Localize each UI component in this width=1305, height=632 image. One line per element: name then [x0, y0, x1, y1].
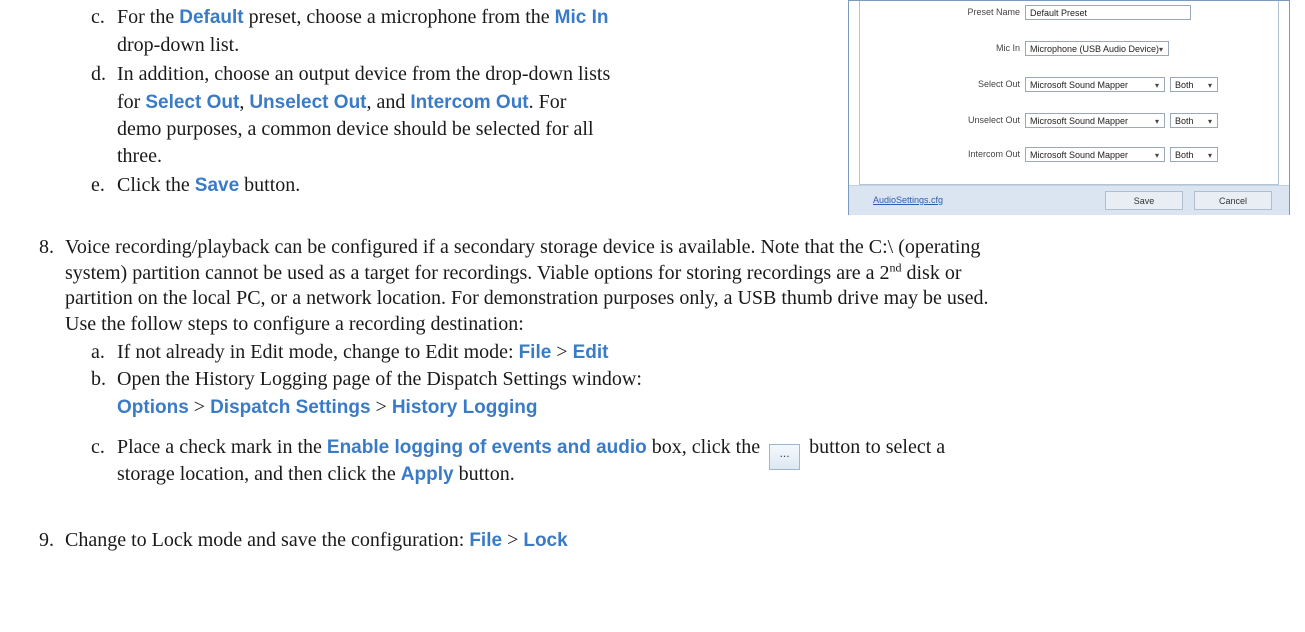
browse-ellipsis-button: ...	[769, 444, 801, 470]
keyword-edit: Edit	[572, 342, 609, 363]
step8-line4: Use the follow steps to configure a reco…	[65, 313, 524, 335]
step8-line2: system) partition cannot be used as a ta…	[65, 260, 962, 284]
keyword-file: File	[518, 342, 552, 363]
keyword-intercom-out: Intercom Out	[410, 92, 529, 113]
step7-d-line3: demo purposes, a common device should be…	[117, 118, 594, 140]
step9-line: 9. Change to Lock mode and save the confi…	[39, 529, 568, 551]
step8-b-line1: b. Open the History Logging page of the D…	[91, 368, 642, 390]
audio-settings-dialog: Preset Name Default Preset Mic In Microp…	[848, 0, 1290, 215]
step7-e-line: e. Click the Save button.	[91, 174, 301, 196]
select-out-channel-dropdown[interactable]: Both	[1170, 77, 1218, 93]
dialog-body: Preset Name Default Preset Mic In Microp…	[859, 1, 1279, 185]
keyword-default: Default	[179, 7, 244, 28]
step8-c-line2: storage location, and then click the App…	[117, 463, 515, 485]
keyword-lock: Lock	[523, 530, 568, 551]
dialog-footer: AudioSettings.cfg Save Cancel	[849, 185, 1289, 215]
step7-d-line4: three.	[117, 145, 162, 167]
intercom-out-dropdown[interactable]: Microsoft Sound Mapper	[1025, 147, 1165, 163]
select-out-label: Select Out	[977, 79, 1020, 89]
unselect-out-label: Unselect Out	[967, 115, 1020, 125]
step8-b-line2: Options > Dispatch Settings > History Lo…	[117, 396, 538, 418]
keyword-select-out: Select Out	[145, 92, 240, 113]
dialog-save-button[interactable]: Save	[1105, 191, 1183, 210]
step8-line3: partition on the local PC, or a network …	[65, 287, 989, 309]
step7-c-line1: c. For the Default preset, choose a micro…	[91, 6, 609, 28]
audio-settings-file-link[interactable]: AudioSettings.cfg	[873, 195, 943, 205]
unselect-out-dropdown[interactable]: Microsoft Sound Mapper	[1025, 113, 1165, 129]
step8-a-line: a. If not already in Edit mode, change to…	[91, 341, 609, 363]
keyword-mic-in: Mic In	[554, 7, 609, 28]
dialog-cancel-button[interactable]: Cancel	[1194, 191, 1272, 210]
keyword-file-2: File	[469, 530, 503, 551]
preset-name-input[interactable]: Default Preset	[1025, 5, 1191, 20]
preset-name-label: Preset Name	[967, 7, 1020, 17]
keyword-dispatch-settings: Dispatch Settings	[210, 397, 371, 418]
keyword-options: Options	[117, 397, 189, 418]
unselect-out-channel-dropdown[interactable]: Both	[1170, 113, 1218, 129]
intercom-out-channel-dropdown[interactable]: Both	[1170, 147, 1218, 163]
step7-d-line2: for Select Out, Unselect Out, and Interc…	[117, 91, 567, 113]
select-out-dropdown[interactable]: Microsoft Sound Mapper	[1025, 77, 1165, 93]
keyword-history-logging: History Logging	[391, 397, 538, 418]
keyword-apply: Apply	[400, 464, 454, 485]
keyword-enable-logging: Enable logging of events and audio	[326, 437, 647, 458]
step7-c-line2: drop-down list.	[117, 34, 240, 56]
intercom-out-label: Intercom Out	[967, 149, 1020, 159]
mic-in-label: Mic In	[995, 43, 1020, 53]
keyword-save: Save	[194, 175, 240, 196]
keyword-unselect-out: Unselect Out	[249, 92, 367, 113]
mic-in-dropdown[interactable]: Microphone (USB Audio Device)	[1025, 41, 1169, 57]
step8-line1: 8. Voice recording/playback can be config…	[39, 236, 981, 258]
step7-d-line1: d. In addition, choose an output device f…	[91, 63, 611, 85]
